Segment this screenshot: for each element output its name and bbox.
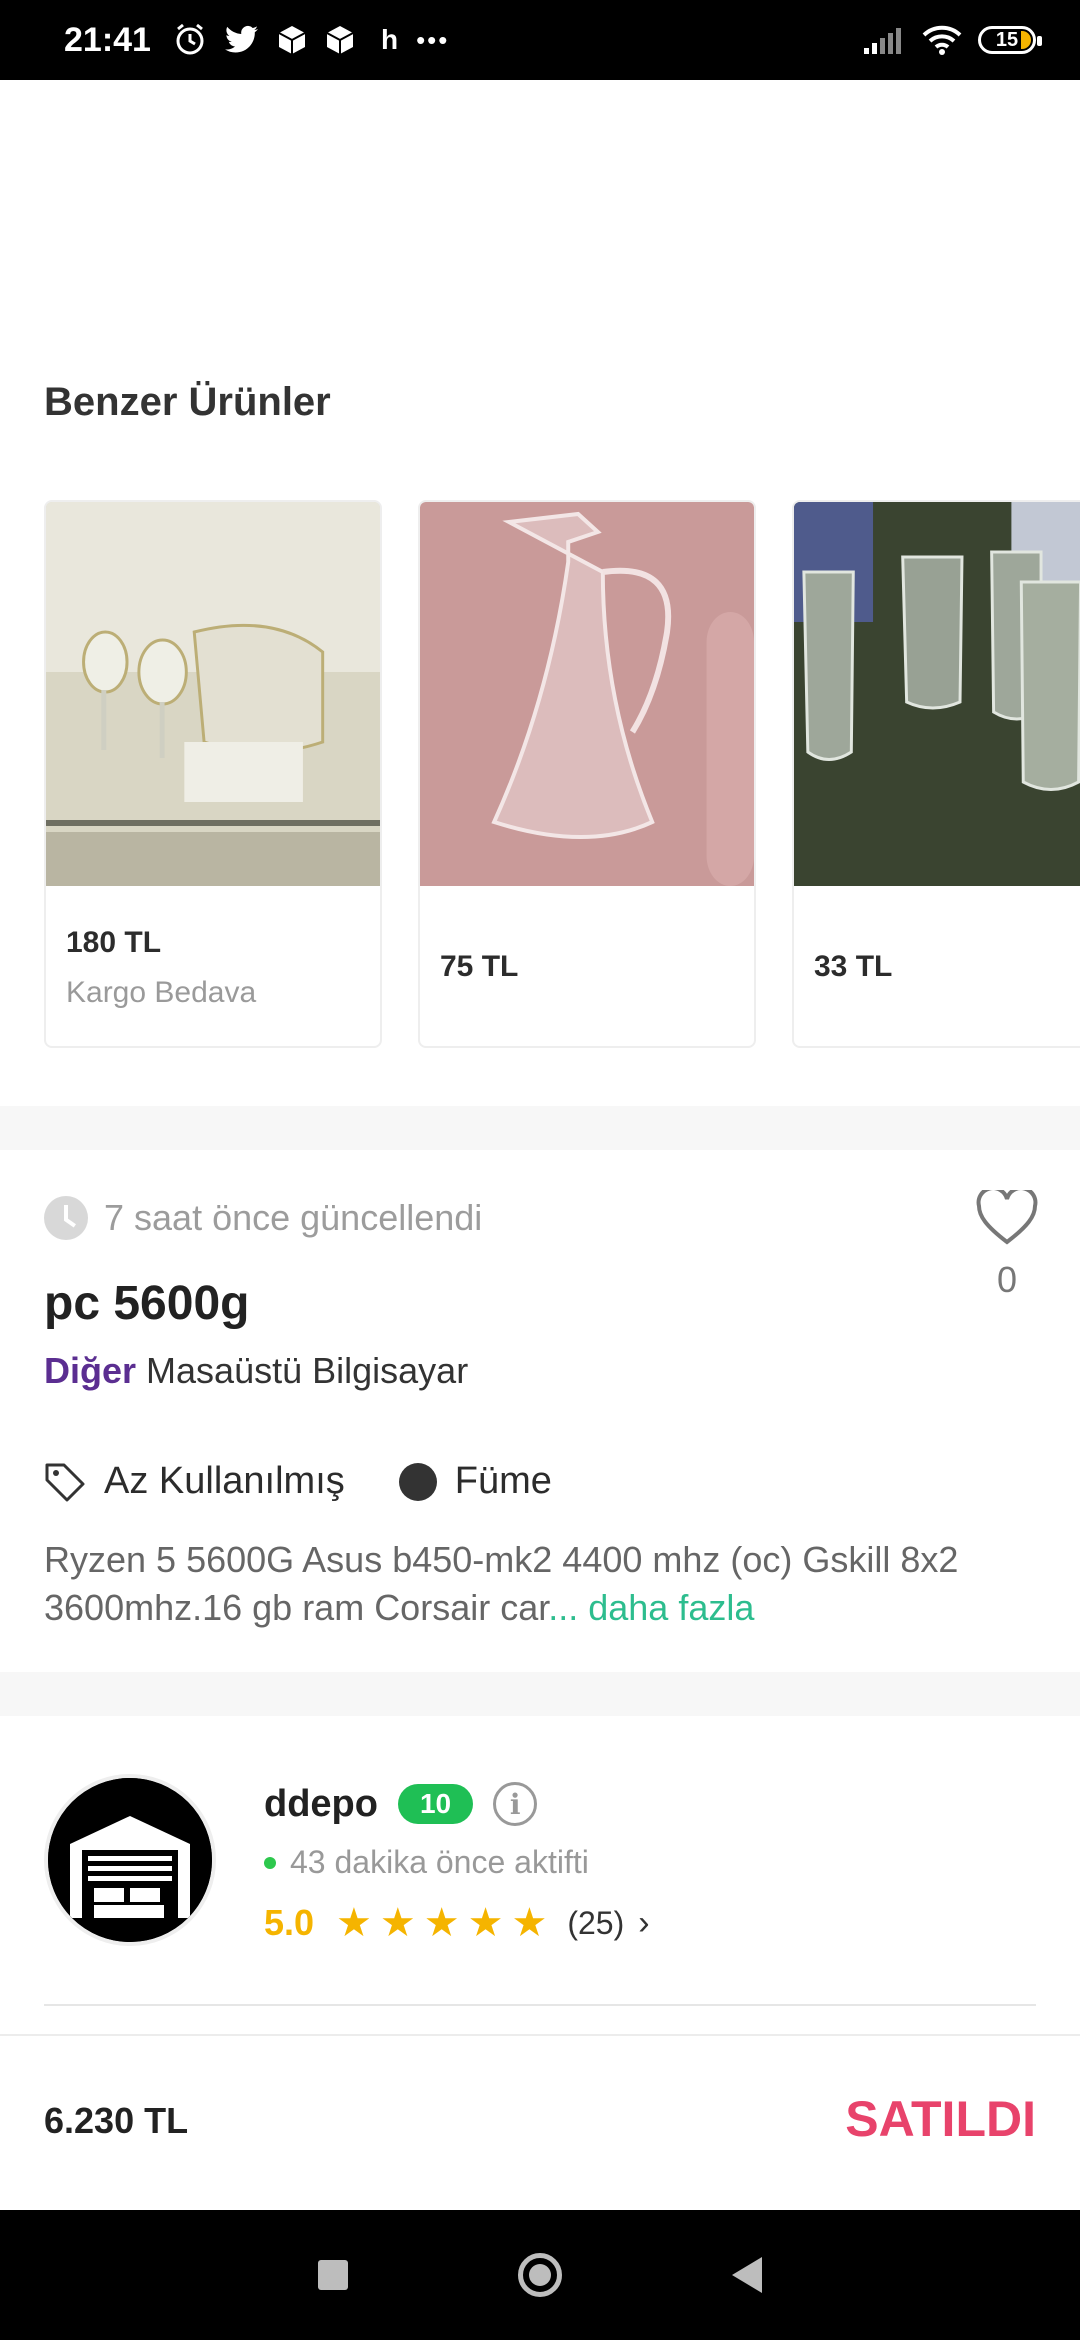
last-updated: 7 saat önce güncellendi xyxy=(44,1196,482,1240)
product-price: 180 TL xyxy=(66,926,162,959)
clock-icon xyxy=(44,1196,88,1240)
like-count: 0 xyxy=(996,1259,1018,1300)
listing-description: Ryzen 5 5600G Asus b450-mk2 4400 mhz (oc… xyxy=(44,1536,1044,1632)
rating-score: 5.0 xyxy=(264,1902,315,1943)
product-price: 75 TL xyxy=(440,950,519,983)
product-image xyxy=(420,502,754,886)
last-active-text: 43 dakika önce aktifti xyxy=(290,1844,589,1880)
section-divider xyxy=(0,1672,1080,1716)
category-sub: Masaüstü Bilgisayar xyxy=(146,1350,469,1391)
info-icon[interactable]: i xyxy=(493,1782,538,1826)
status-time: 21:41 xyxy=(64,20,151,59)
back-button[interactable] xyxy=(732,2257,762,2293)
seller-name-row: ddepo 10 i xyxy=(264,1782,538,1826)
last-updated-text: 7 saat önce güncellendi xyxy=(104,1197,483,1238)
divider xyxy=(44,2004,1036,2006)
color-text: Füme xyxy=(454,1460,552,1502)
seller-name[interactable]: ddepo xyxy=(264,1783,378,1826)
twitter-icon xyxy=(224,25,258,53)
seller-level-badge: 10 xyxy=(397,1784,474,1824)
listing-price: 6.230 TL xyxy=(44,2100,189,2141)
chevron-right-icon: › xyxy=(638,1903,650,1942)
star-icon: ★ xyxy=(423,1901,460,1945)
section-divider xyxy=(0,1106,1080,1150)
seller-activity: 43 dakika önce aktifti xyxy=(264,1844,589,1881)
category-breadcrumb: Diğer Masaüstü Bilgisayar xyxy=(44,1350,468,1392)
product-image xyxy=(46,502,380,886)
star-icon: ★ xyxy=(336,1901,372,1945)
description-text: Ryzen 5 5600G Asus b450-mk2 4400 mhz (oc… xyxy=(44,1539,959,1628)
wifi-icon xyxy=(922,25,962,55)
heart-icon xyxy=(976,1186,1038,1245)
product-card[interactable]: 75 TL xyxy=(418,500,756,1048)
category-main[interactable]: Diğer xyxy=(44,1350,136,1391)
listing-title: pc 5600g xyxy=(44,1277,250,1330)
color-attribute: Füme xyxy=(398,1460,552,1503)
star-icon: ★ xyxy=(379,1901,416,1945)
product-card[interactable]: 33 TL xyxy=(792,500,1080,1048)
product-image xyxy=(794,502,1080,886)
seller-card[interactable]: ddepo 10 i 43 dakika önce aktifti 5.0 ★ … xyxy=(44,1774,1044,2004)
avatar[interactable] xyxy=(44,1774,216,1946)
status-bar: 21:41 h ••• 15 xyxy=(0,0,1080,80)
tag-icon xyxy=(45,1463,85,1501)
condition-attribute: Az Kullanılmış xyxy=(44,1460,345,1503)
sold-status: SATILDI xyxy=(845,2091,1036,2147)
condition-text: Az Kullanılmış xyxy=(104,1460,345,1502)
notification-label: h xyxy=(380,24,399,55)
battery-icon: 15 xyxy=(978,26,1042,54)
alarm-icon xyxy=(176,23,204,55)
color-swatch xyxy=(398,1462,437,1501)
system-navigation-bar xyxy=(0,2210,1080,2340)
seller-rating[interactable]: 5.0 ★ ★ ★ ★ ★ (25) › xyxy=(264,1900,650,1946)
box-icon xyxy=(278,26,306,54)
online-dot xyxy=(264,1856,276,1869)
listing-attributes: Az Kullanılmış Füme xyxy=(44,1460,606,1503)
similar-products-carousel[interactable]: 180 TL Kargo Bedava 75 TL 33 TL xyxy=(44,500,1080,1050)
similar-products-title: Benzer Ürünler xyxy=(44,380,331,424)
signal-icon xyxy=(864,28,901,54)
review-count: (25) xyxy=(567,1904,625,1941)
star-icon: ★ xyxy=(467,1901,504,1945)
read-more-link[interactable]: ... daha fazla xyxy=(548,1587,754,1628)
box-icon xyxy=(326,26,354,54)
like-button[interactable]: 0 xyxy=(972,1186,1042,1301)
recents-button[interactable] xyxy=(318,2260,348,2290)
product-card[interactable]: 180 TL Kargo Bedava xyxy=(44,500,382,1048)
purchase-bar: 6.230 TL SATILDI xyxy=(0,2034,1080,2212)
free-shipping-label: Kargo Bedava xyxy=(66,976,257,1009)
garage-icon xyxy=(48,1778,212,1942)
product-price: 33 TL xyxy=(814,950,893,983)
star-icon: ★ xyxy=(511,1901,548,1945)
battery-level: 15 xyxy=(995,28,1019,51)
notification-icons: h ••• xyxy=(173,23,449,57)
home-button[interactable] xyxy=(518,2253,562,2297)
more-notifications-icon: ••• xyxy=(416,24,450,55)
